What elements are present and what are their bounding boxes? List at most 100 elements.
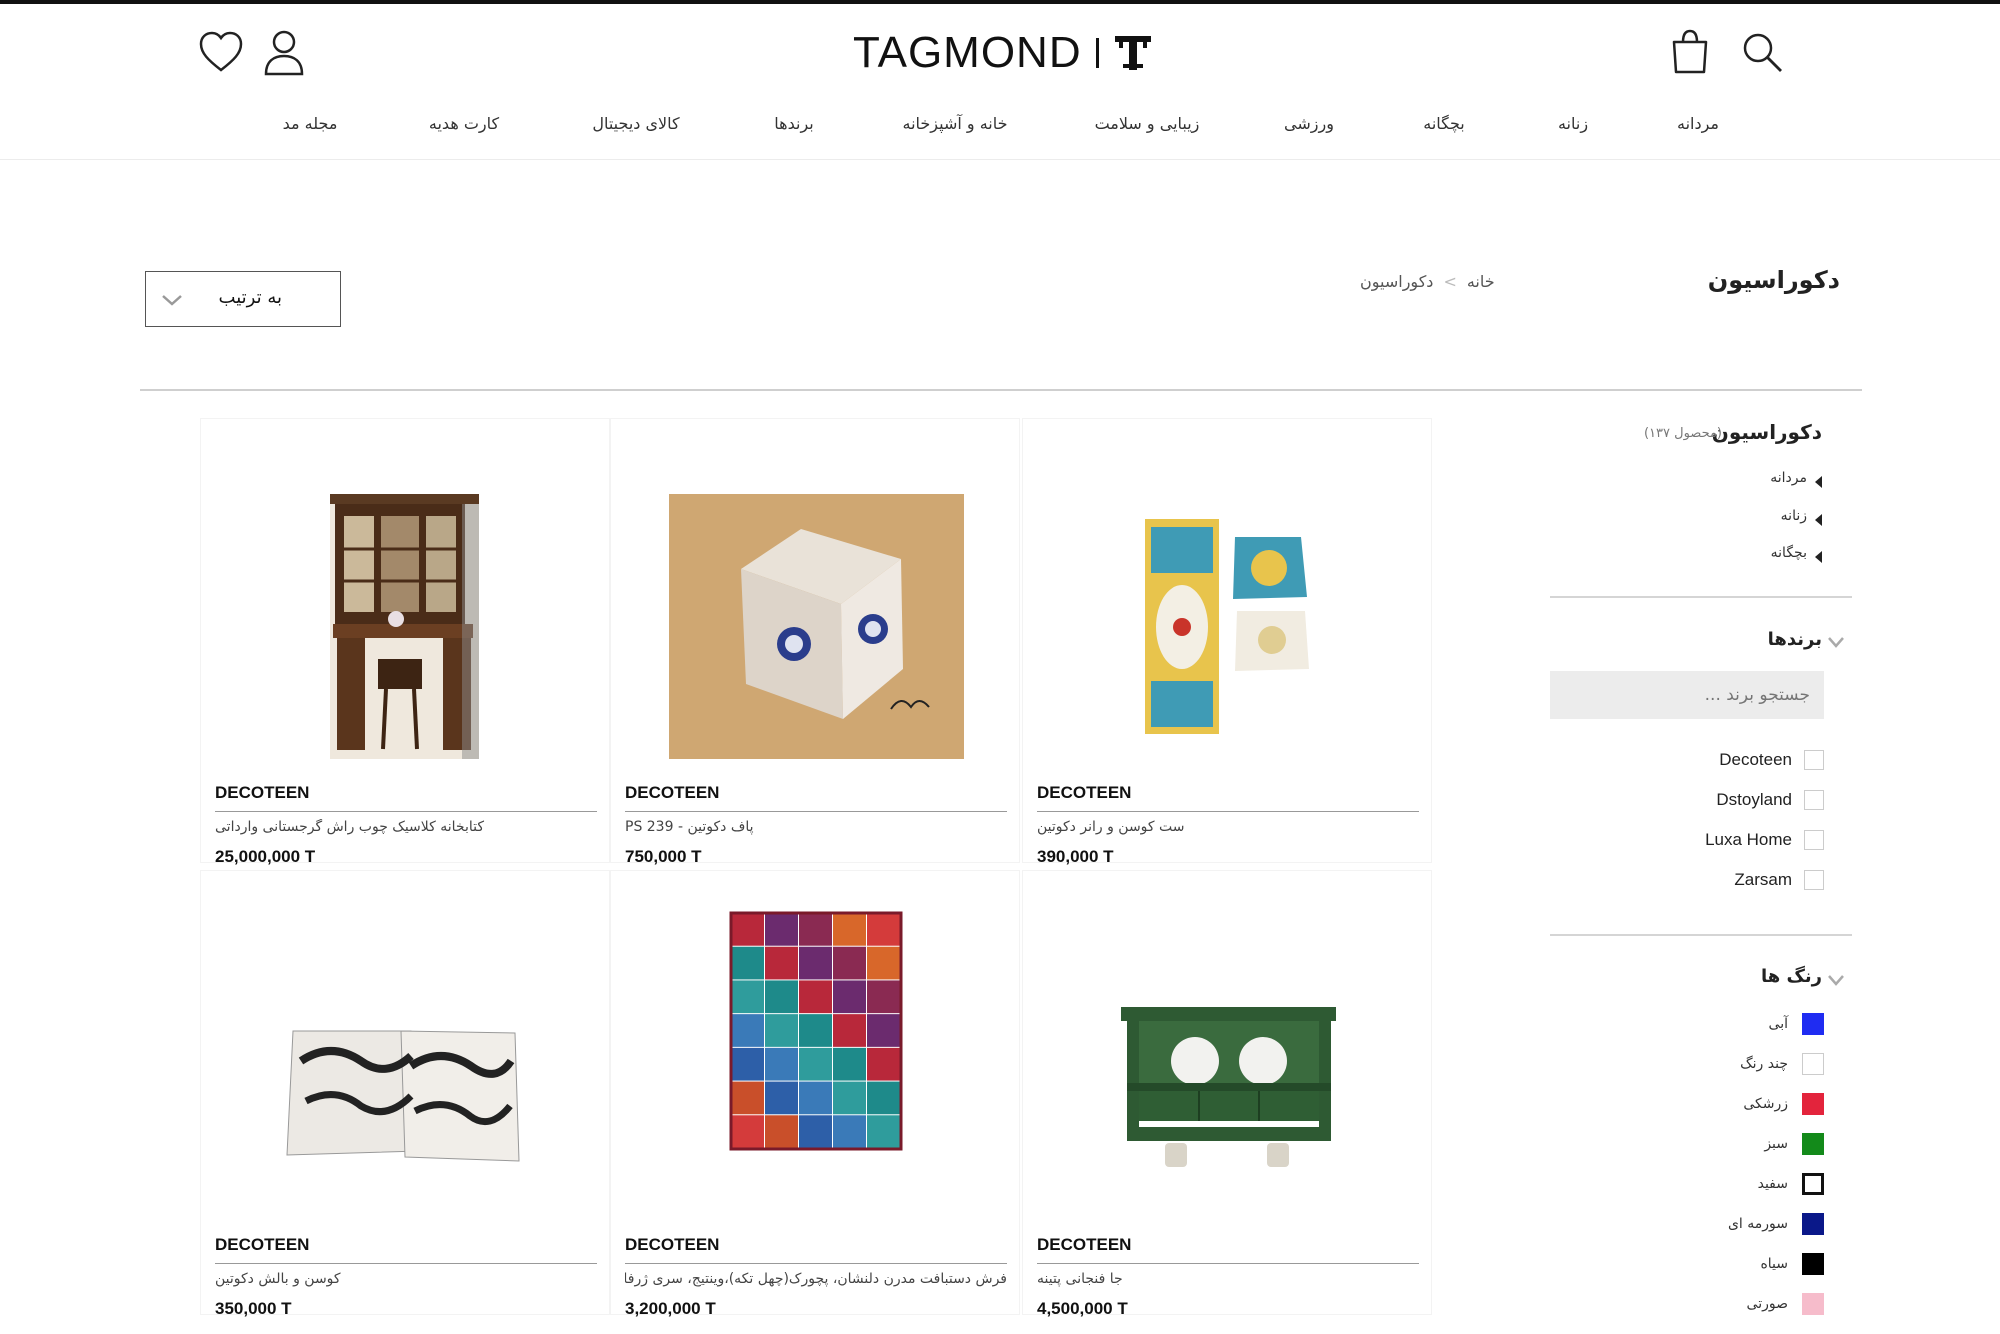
product-card[interactable]: DECOTEEN کوسن و بالش دکوتین 350,000 T — [200, 870, 611, 1318]
rug-tile — [799, 980, 832, 1014]
product-card[interactable]: DECOTEEN پاف دکوتین - PS 239 750,000 T — [610, 418, 1021, 866]
rug-tile — [765, 913, 798, 946]
color-swatch[interactable] — [1802, 1133, 1824, 1155]
rug-tile — [833, 1115, 866, 1148]
product-image-cushion-runner-set[interactable] — [1023, 419, 1433, 779]
rug-tile — [731, 1081, 764, 1115]
product-image-patchwork-rug[interactable] — [611, 871, 1021, 1231]
nav-item-men[interactable]: مردانه — [1677, 114, 1719, 133]
rug-tile — [833, 980, 866, 1014]
rug-tile — [867, 1047, 900, 1081]
color-option-label: زرشکی — [1743, 1096, 1788, 1112]
rug-tile — [731, 913, 764, 946]
color-option[interactable]: چند رنگ — [1740, 1052, 1824, 1076]
chevron-down-icon[interactable] — [1826, 634, 1846, 650]
page-title: دکوراسیون — [1707, 266, 1840, 294]
category-title: دکوراسیون — [1711, 420, 1822, 444]
rug-tile — [731, 1115, 764, 1148]
product-brand: DECOTEEN — [625, 1235, 720, 1254]
chevron-down-icon[interactable] — [1826, 972, 1846, 988]
breadcrumb-home[interactable]: خانه — [1467, 272, 1495, 291]
color-option[interactable]: سفید — [1758, 1172, 1824, 1196]
product-brand: DECOTEEN — [215, 1235, 310, 1254]
color-option-label: آبی — [1768, 1016, 1788, 1032]
product-card[interactable]: DECOTEEN جا فنجانی پتینه 4,500,000 T — [1022, 870, 1433, 1318]
logo-text: TAGMOND — [853, 28, 1082, 77]
breadcrumb: خانه > دکوراسیون — [1360, 272, 1495, 291]
nav-item-home-kitchen[interactable]: خانه و آشپزخانه — [903, 114, 1008, 133]
nav-item-beauty-health[interactable]: زیبایی و سلامت — [1095, 114, 1200, 133]
brand-search-input[interactable] — [1550, 671, 1824, 719]
nav-item-gift-card[interactable]: کارت هدیه — [429, 114, 499, 133]
product-price: 25,000,000 T — [215, 847, 316, 866]
color-swatch[interactable] — [1802, 1053, 1824, 1075]
rug-tile — [731, 946, 764, 980]
color-swatch[interactable] — [1802, 1013, 1824, 1035]
site-logo[interactable]: TAGMOND — [853, 28, 1153, 78]
product-card[interactable]: DECOTEEN کتابخانه کلاسیک چوب راش گرجستان… — [200, 418, 611, 866]
search-icon[interactable] — [1736, 26, 1788, 78]
rug-tile — [867, 1115, 900, 1148]
color-option[interactable]: زرشکی — [1743, 1092, 1824, 1116]
product-name[interactable]: کتابخانه کلاسیک چوب راش گرجستانی وارداتی — [215, 819, 597, 835]
brand-option-decoteen[interactable]: Decoteen — [1719, 748, 1824, 772]
sort-label: به ترتیب — [218, 287, 282, 308]
nav-item-fashion-magazine[interactable]: مجله مد — [283, 114, 338, 133]
nav-item-women[interactable]: زنانه — [1558, 114, 1588, 133]
product-divider — [625, 1263, 1007, 1264]
color-swatch[interactable] — [1802, 1213, 1824, 1235]
sort-dropdown[interactable]: به ترتیب — [145, 271, 341, 327]
color-option[interactable]: سورمه ای — [1728, 1212, 1824, 1236]
product-price: 390,000 T — [1037, 847, 1114, 866]
rug-tile — [731, 980, 764, 1014]
product-card[interactable]: DECOTEEN فرش دستبافت مدرن دلنشان، پچورک(… — [610, 870, 1021, 1318]
category-item-kids[interactable]: بچگانه — [1771, 545, 1807, 561]
nav-item-kids[interactable]: بچگانه — [1423, 114, 1465, 133]
colors-filter-title[interactable]: رنگ ها — [1761, 966, 1822, 987]
caret-left-icon — [1815, 514, 1822, 526]
rug-tile — [867, 913, 900, 946]
color-swatch[interactable] — [1802, 1093, 1824, 1115]
product-image-calligraphy-pillows[interactable] — [201, 871, 611, 1231]
color-option[interactable]: سبز — [1764, 1132, 1824, 1156]
product-brand: DECOTEEN — [215, 783, 310, 802]
brand-option-label: Zarsam — [1734, 870, 1792, 889]
brand-checkbox[interactable] — [1804, 870, 1824, 890]
color-swatch[interactable] — [1802, 1253, 1824, 1275]
brand-checkbox[interactable] — [1804, 750, 1824, 770]
brand-option-luxa-home[interactable]: Luxa Home — [1705, 828, 1824, 852]
product-image-wooden-corner-desk-bookcase[interactable] — [201, 419, 611, 779]
brands-filter-title[interactable]: برندها — [1768, 629, 1822, 650]
category-item-men[interactable]: مردانه — [1770, 470, 1807, 486]
product-name[interactable]: پاف دکوتین - PS 239 — [625, 819, 1007, 835]
color-option[interactable]: آبی — [1769, 1012, 1824, 1036]
shopping-bag-icon[interactable] — [1664, 26, 1716, 78]
rug-tile — [833, 1014, 866, 1047]
product-name[interactable]: کوسن و بالش دکوتین — [215, 1271, 597, 1287]
product-name[interactable]: جا فنجانی پتینه — [1037, 1271, 1419, 1287]
product-image-cube-pouf[interactable] — [611, 419, 1021, 779]
category-item-women[interactable]: زنانه — [1781, 508, 1807, 524]
nav-item-digital[interactable]: کالای دیجیتال — [592, 114, 679, 133]
nav-item-sports[interactable]: ورزشی — [1284, 114, 1334, 133]
brand-checkbox[interactable] — [1804, 830, 1824, 850]
color-option[interactable]: صورتی — [1747, 1292, 1824, 1316]
product-name[interactable]: ست کوسن و رانر دکوتین — [1037, 819, 1419, 835]
product-name[interactable]: فرش دستبافت مدرن دلنشان، پچورک(چهل تکه)،… — [625, 1271, 1007, 1287]
brand-option-dstoyland[interactable]: Dstoyland — [1716, 788, 1824, 812]
brand-checkbox[interactable] — [1804, 790, 1824, 810]
product-image-green-cup-shelf[interactable] — [1023, 871, 1433, 1231]
brand-option-zarsam[interactable]: Zarsam — [1734, 868, 1824, 892]
nav-item-brands[interactable]: برندها — [774, 114, 813, 133]
user-account-icon[interactable] — [258, 26, 310, 78]
product-card[interactable]: DECOTEEN ست کوسن و رانر دکوتین 390,000 T — [1022, 418, 1433, 866]
wishlist-heart-icon[interactable] — [195, 26, 247, 78]
color-option[interactable]: سیاه — [1760, 1252, 1824, 1276]
main-nav: مردانه زنانه بچگانه ورزشی زیبایی و سلامت… — [0, 114, 2000, 150]
color-swatch[interactable] — [1802, 1173, 1824, 1195]
rug-tile — [765, 1115, 798, 1148]
rug-tile — [765, 980, 798, 1014]
color-swatch[interactable] — [1802, 1293, 1824, 1315]
rug-tile — [833, 1081, 866, 1115]
rug-tile — [833, 1047, 866, 1081]
